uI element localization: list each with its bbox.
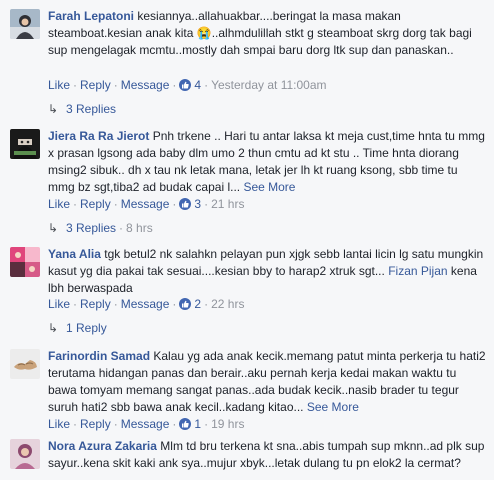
- comment-timestamp[interactable]: 21 hrs: [211, 197, 244, 211]
- comment-timestamp[interactable]: 22 hrs: [211, 297, 244, 311]
- thumbs-up-icon: [179, 198, 192, 210]
- reply-arrow-icon: ↳: [48, 321, 59, 335]
- replies-timestamp: 8 hrs: [126, 221, 153, 235]
- reply-button[interactable]: Reply: [80, 197, 111, 211]
- comment-body: Farah Lepatoni kesiannya..allahuakbar...…: [48, 8, 486, 59]
- reply-button[interactable]: Reply: [80, 417, 111, 431]
- thumbs-up-icon: [179, 418, 192, 430]
- avatar[interactable]: [10, 349, 40, 379]
- reply-arrow-icon: ↳: [48, 221, 59, 235]
- comment-body: Farinordin Samad Kalau yg ada anak kecik…: [48, 348, 486, 416]
- like-button[interactable]: Like: [48, 197, 70, 211]
- see-more-link[interactable]: See More: [307, 400, 359, 414]
- comment-actions: Like · Reply · Message · 2 · 22 hrs: [48, 296, 244, 312]
- mention-link[interactable]: Fizan Pijan: [388, 264, 447, 278]
- view-replies-link[interactable]: ↳ 3 Replies: [48, 101, 116, 117]
- like-count[interactable]: 1: [194, 417, 201, 431]
- separator: ·: [73, 78, 78, 92]
- separator: ·: [172, 417, 177, 431]
- message-button[interactable]: Message: [121, 78, 170, 92]
- comment-actions: Like · Reply · Message · 1 · 19 hrs: [48, 416, 244, 432]
- reply-arrow-icon: ↳: [48, 102, 59, 116]
- avatar[interactable]: [10, 439, 40, 469]
- view-replies-link[interactable]: ↳ 3 Replies · 8 hrs: [48, 220, 153, 236]
- comment-body: Yana Alia tgk betul2 nk salahkn pelayan …: [48, 246, 486, 297]
- message-button[interactable]: Message: [121, 197, 170, 211]
- separator: ·: [113, 197, 118, 211]
- separator: ·: [113, 78, 118, 92]
- comment-author[interactable]: Nora Azura Zakaria: [48, 439, 157, 453]
- replies-count[interactable]: 1 Reply: [66, 321, 107, 335]
- comment-actions: Like · Reply · Message · 3 · 21 hrs: [48, 196, 244, 212]
- comment-timestamp[interactable]: 19 hrs: [211, 417, 244, 431]
- comment-body: Nora Azura Zakaria Mlm td bru terkena kt…: [48, 438, 486, 472]
- like-button[interactable]: Like: [48, 78, 70, 92]
- separator: ·: [172, 78, 177, 92]
- separator: ·: [119, 221, 124, 235]
- view-replies-link[interactable]: ↳ 1 Reply: [48, 320, 107, 336]
- separator: ·: [113, 417, 118, 431]
- reply-button[interactable]: Reply: [80, 78, 111, 92]
- comment-author[interactable]: Jiera Ra Ra Jierot: [48, 129, 149, 143]
- replies-count[interactable]: 3 Replies: [66, 221, 116, 235]
- like-count[interactable]: 2: [194, 297, 201, 311]
- see-more-link[interactable]: See More: [243, 180, 295, 194]
- separator: ·: [73, 417, 78, 431]
- like-button[interactable]: Like: [48, 417, 70, 431]
- separator: ·: [172, 197, 177, 211]
- separator: ·: [204, 197, 209, 211]
- separator: ·: [172, 297, 177, 311]
- comment-body: Jiera Ra Ra Jierot Pnh trkene .. Hari tu…: [48, 128, 486, 196]
- thumbs-up-icon: [179, 298, 192, 310]
- message-button[interactable]: Message: [121, 417, 170, 431]
- comment-actions: Like · Reply · Message · 4 · Yesterday at 11:00a…: [48, 77, 327, 93]
- avatar[interactable]: [10, 129, 40, 159]
- thumbs-up-icon: [179, 79, 192, 91]
- separator: ·: [204, 78, 209, 92]
- like-count[interactable]: 4: [194, 78, 201, 92]
- separator: ·: [204, 417, 209, 431]
- separator: ·: [73, 197, 78, 211]
- separator: ·: [73, 297, 78, 311]
- message-button[interactable]: Message: [121, 297, 170, 311]
- avatar[interactable]: [10, 247, 40, 277]
- reply-button[interactable]: Reply: [80, 297, 111, 311]
- avatar[interactable]: [10, 9, 40, 39]
- like-button[interactable]: Like: [48, 297, 70, 311]
- replies-count[interactable]: 3 Replies: [66, 102, 116, 116]
- comment-author[interactable]: Yana Alia: [48, 247, 101, 261]
- comment-author[interactable]: Farinordin Samad: [48, 349, 150, 363]
- like-count[interactable]: 3: [194, 197, 201, 211]
- separator: ·: [204, 297, 209, 311]
- comment-timestamp[interactable]: Yesterday at 11:00am: [211, 78, 326, 92]
- comment-author[interactable]: Farah Lepatoni: [48, 9, 134, 23]
- separator: ·: [113, 297, 118, 311]
